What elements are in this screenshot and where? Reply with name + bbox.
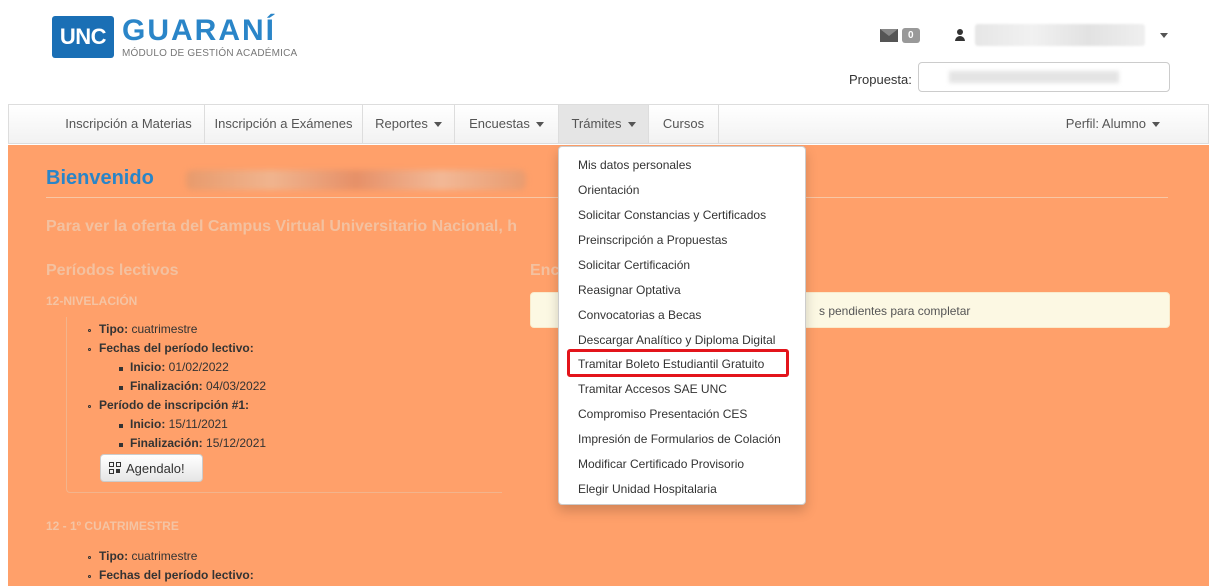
nav-cursos[interactable]: Cursos (649, 105, 719, 143)
nav-tramites[interactable]: Trámites (559, 105, 649, 143)
fechas-line: Fechas del período lectivo: (99, 341, 254, 355)
perfil-dropdown[interactable]: Perfil: Alumno (1066, 105, 1160, 143)
bullet (119, 443, 123, 447)
finalizacion-line: Finalización: 04/03/2022 (130, 379, 267, 393)
nav-reportes[interactable]: Reportes (363, 105, 455, 143)
user-name-blurred[interactable] (975, 24, 1145, 46)
caret-down-icon (433, 122, 442, 128)
menu-item-analitico[interactable]: Descargar Analítico y Diploma Digital (578, 333, 775, 347)
tipo-line: Tipo: cuatrimestre (99, 322, 198, 336)
inscripcion-line: Período de inscripción #1: (99, 398, 250, 412)
envelope-icon (880, 29, 898, 42)
user-icon (955, 29, 965, 41)
menu-item-compromiso-ces[interactable]: Compromiso Presentación CES (578, 407, 747, 421)
menu-item-unidad-hospitalaria[interactable]: Elegir Unidad Hospitalaria (578, 482, 717, 496)
welcome-heading: Bienvenido (46, 167, 154, 189)
bullet (119, 386, 123, 390)
menu-item-becas[interactable]: Convocatorias a Becas (578, 308, 701, 322)
tramites-dropdown-menu: Mis datos personales Orientación Solicit… (558, 146, 806, 505)
qr-code-icon (109, 462, 121, 474)
nav-inscripcion-materias[interactable]: Inscripción a Materias (53, 105, 205, 143)
menu-item-mis-datos[interactable]: Mis datos personales (578, 158, 691, 172)
messages-count-badge: 0 (902, 28, 920, 43)
insc-finalizacion-line: Finalización: 15/12/2021 (130, 436, 267, 450)
bullet (119, 424, 123, 428)
menu-item-certificado-provisorio[interactable]: Modificar Certificado Provisorio (578, 457, 744, 471)
student-name-blurred (186, 170, 526, 190)
menu-item-accesos-sae[interactable]: Tramitar Accesos SAE UNC (578, 382, 727, 396)
menu-item-certificacion[interactable]: Solicitar Certificación (578, 258, 690, 272)
bullet (88, 575, 91, 578)
period-title-1-cuatrimestre[interactable]: 12 - 1º CUATRIMESTRE (46, 519, 179, 533)
bullet (119, 367, 123, 371)
logo-subtitle: MÓDULO DE GESTIÓN ACADÉMICA (122, 48, 298, 59)
alert-text: s pendientes para completar (819, 304, 971, 318)
propuesta-label: Propuesta: (849, 72, 912, 87)
campus-virtual-text: Para ver la oferta del Campus Virtual Un… (46, 218, 517, 235)
caret-down-icon (535, 122, 544, 128)
fechas-line-2: Fechas del período lectivo: (99, 568, 254, 582)
caret-down-icon (627, 122, 636, 128)
periodos-lectivos-heading: Períodos lectivos (46, 262, 179, 279)
nav-inscripcion-examenes[interactable]: Inscripción a Exámenes (205, 105, 363, 143)
logo-title: GUARANÍ (122, 14, 276, 47)
messages-button[interactable]: 0 (880, 28, 920, 43)
menu-item-constancias[interactable]: Solicitar Constancias y Certificados (578, 208, 766, 222)
unc-logo-box: UNC (52, 16, 114, 58)
bullet (88, 556, 91, 559)
tipo-line-2: Tipo: cuatrimestre (99, 549, 198, 563)
caret-down-icon (1152, 122, 1160, 128)
insc-inicio-line: Inicio: 15/11/2021 (130, 417, 228, 431)
bullet (88, 329, 91, 332)
agendalo-button[interactable]: Agendalo! (100, 454, 203, 482)
main-navbar: Inscripción a Materias Inscripción a Exá… (8, 104, 1209, 144)
menu-item-orientacion[interactable]: Orientación (578, 183, 639, 197)
menu-item-reasignar-optativa[interactable]: Reasignar Optativa (578, 283, 681, 297)
period-title-nivelacion[interactable]: 12-NIVELACIÓN (46, 294, 137, 308)
bullet (88, 405, 91, 408)
propuesta-select[interactable] (918, 62, 1170, 92)
guarani-logo[interactable]: UNC GUARANÍ MÓDULO DE GESTIÓN ACADÉMICA (52, 16, 297, 59)
encuestas-heading: Enc (530, 262, 560, 279)
inicio-line: Inicio: 01/02/2022 (130, 360, 229, 374)
user-menu-caret-icon[interactable] (1160, 33, 1168, 38)
bullet (88, 348, 91, 351)
highlight-box (567, 349, 789, 377)
menu-item-formularios-colacion[interactable]: Impresión de Formularios de Colación (578, 432, 781, 446)
menu-item-preinscripcion[interactable]: Preinscripción a Propuestas (578, 233, 727, 247)
header: UNC GUARANÍ MÓDULO DE GESTIÓN ACADÉMICA … (0, 0, 1209, 104)
nav-encuestas[interactable]: Encuestas (455, 105, 559, 143)
